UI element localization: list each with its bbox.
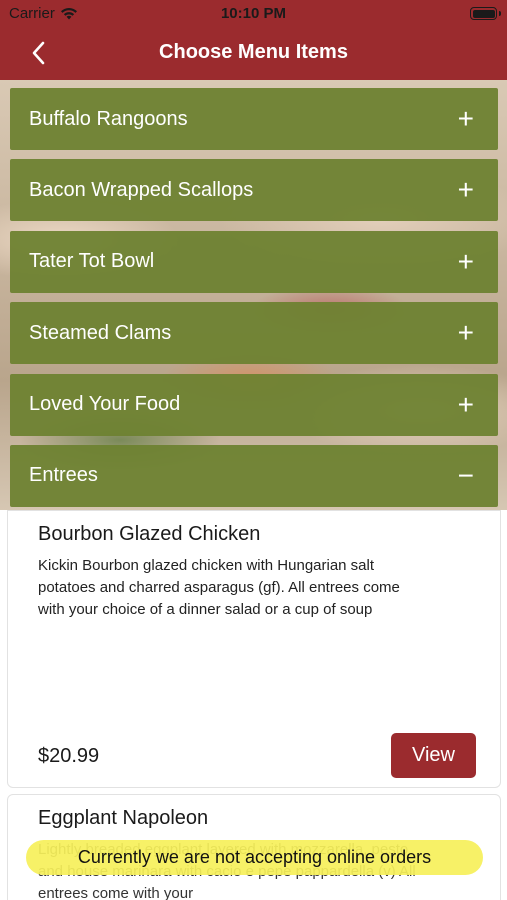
item-price: $20.99 xyxy=(38,745,100,767)
category-tater-tot-bowl[interactable]: Tater Tot Bowl + xyxy=(10,230,498,293)
navigation-bar: Choose Menu Items xyxy=(0,26,507,80)
notice-banner: Currently we are not accepting online or… xyxy=(26,840,483,875)
item-title: Eggplant Napoleon xyxy=(38,807,209,829)
status-time: 10:10 PM xyxy=(220,5,287,22)
item-description: Kickin Bourbon glazed chicken with Hunga… xyxy=(38,557,400,618)
page-title: Choose Menu Items xyxy=(159,41,348,63)
plus-icon: + xyxy=(457,317,474,349)
category-buffalo-rangoons[interactable]: Buffalo Rangoons + xyxy=(10,88,498,150)
battery-icon xyxy=(470,7,501,20)
menu-item-card: Bourbon Glazed Chicken Kickin Bourbon gl… xyxy=(7,510,501,788)
category-label: Bacon Wrapped Scallops xyxy=(29,178,254,201)
plus-icon: + xyxy=(457,245,474,277)
category-label: Entrees xyxy=(29,464,98,487)
category-label: Loved Your Food xyxy=(29,393,181,416)
category-entrees[interactable]: Entrees − xyxy=(10,444,498,507)
category-steamed-clams[interactable]: Steamed Clams + xyxy=(10,302,498,365)
category-label: Steamed Clams xyxy=(29,321,172,344)
menu-category-list: Buffalo Rangoons + Bacon Wrapped Scallop… xyxy=(10,88,498,516)
plus-icon: + xyxy=(457,174,474,206)
minus-icon: − xyxy=(457,459,474,491)
plus-icon: + xyxy=(457,103,474,134)
category-loved-your-food[interactable]: Loved Your Food + xyxy=(10,373,498,436)
category-label: Tater Tot Bowl xyxy=(29,250,155,273)
item-title: Bourbon Glazed Chicken xyxy=(38,523,261,545)
status-bar: Carrier 10:10 PM xyxy=(0,0,507,26)
category-bacon-wrapped-scallops[interactable]: Bacon Wrapped Scallops + xyxy=(10,159,498,222)
category-label: Buffalo Rangoons xyxy=(29,107,188,130)
view-button[interactable]: View xyxy=(391,733,476,778)
plus-icon: + xyxy=(457,388,474,420)
